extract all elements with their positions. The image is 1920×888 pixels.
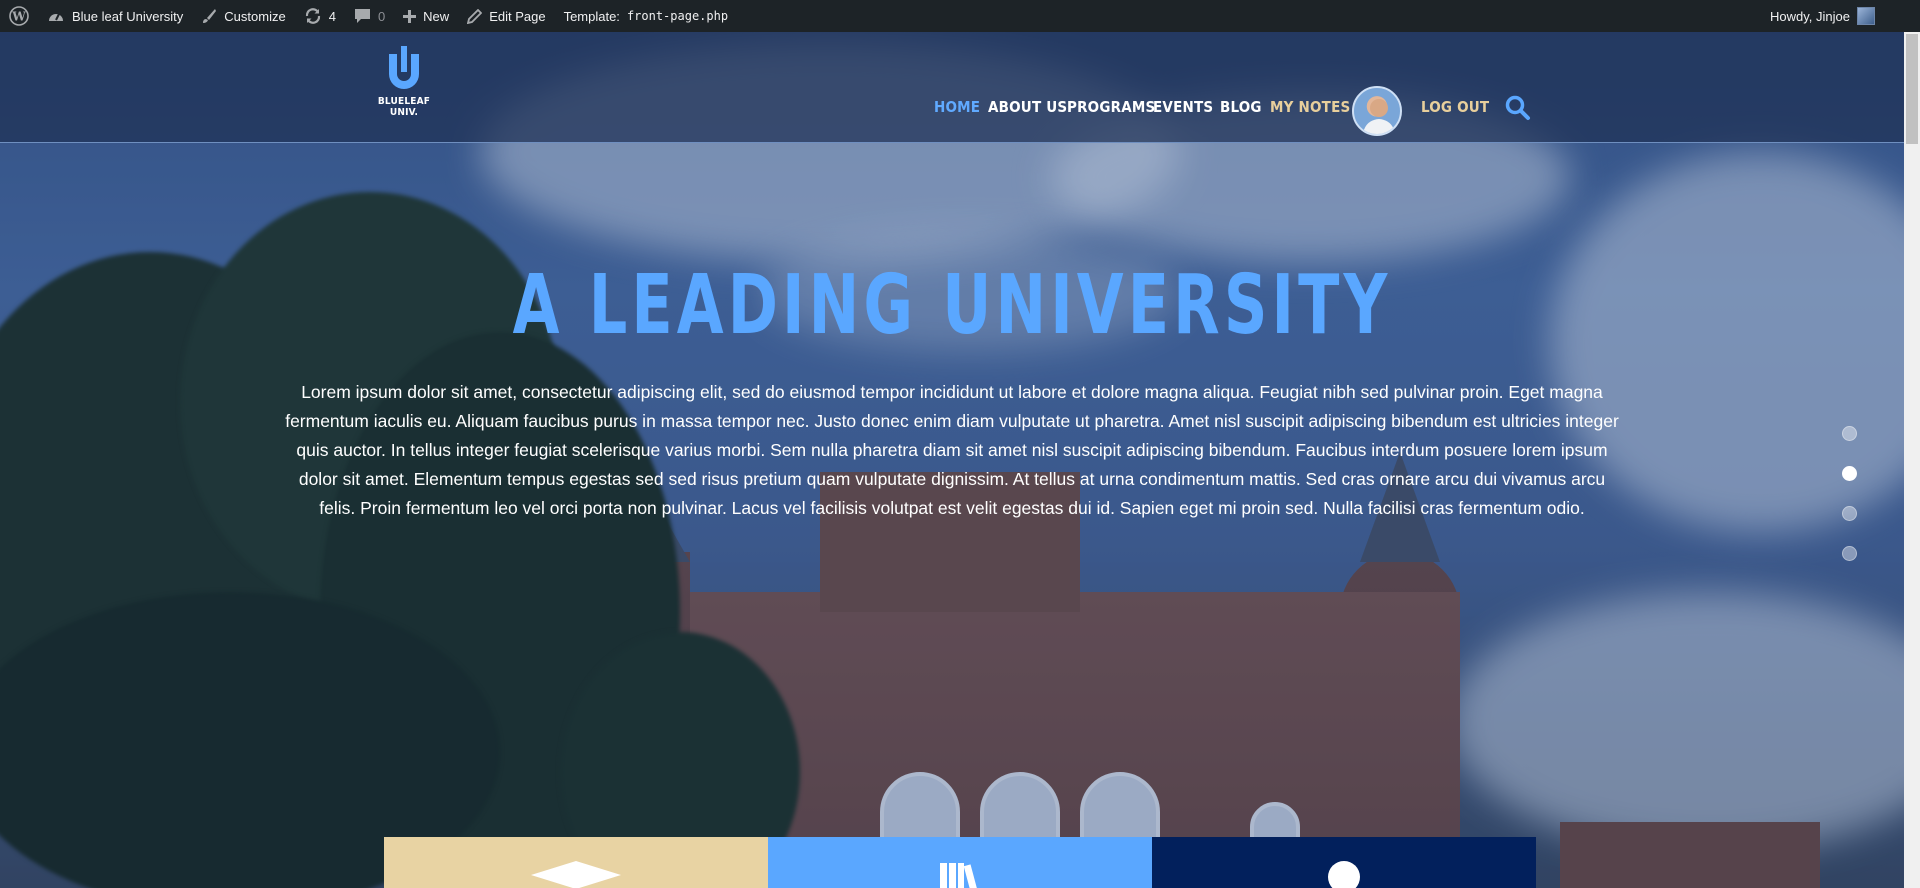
slide-dot-4[interactable] [1842,546,1857,561]
nav-programs[interactable]: PROGRAMS [1067,98,1155,116]
comments-count: 0 [377,8,386,24]
nav-log-out[interactable]: LOG OUT [1421,98,1489,116]
wordpress-icon: W [9,6,29,26]
template-indicator: Template: front-page.php [555,0,738,32]
feature-box-academics[interactable] [384,837,768,888]
slider-dots [1842,426,1857,586]
my-account-menu[interactable]: Howdy, Jinjoe [1761,0,1884,32]
search-icon[interactable] [1505,95,1531,126]
svg-text:W: W [11,10,26,24]
admin-avatar [1857,7,1875,25]
nav-home[interactable]: HOME [934,98,980,116]
hero-text: Lorem ipsum dolor sit amet, consectetur … [285,382,1619,518]
feature-boxes [384,837,1536,888]
graduation-cap-icon [531,861,621,888]
page-scrollbar[interactable] [1904,32,1920,888]
slide-dot-2[interactable] [1842,466,1857,481]
site-header: BLUELEAF UNIV. HOME ABOUT US PROGRAMS EV… [0,32,1904,143]
nav-blog[interactable]: BLOG [1220,98,1262,116]
greeting: Howdy, Jinjoe [1770,8,1850,24]
person-icon [1328,861,1360,888]
comments-link[interactable]: 0 [345,0,394,32]
updates-icon [305,8,320,24]
nav-my-notes[interactable]: MY NOTES [1270,98,1350,116]
new-label: New [423,8,450,24]
brush-icon [203,9,217,23]
user-avatar[interactable] [1352,86,1402,136]
edit-page-link[interactable]: Edit Page [458,0,554,32]
updates-count: 4 [328,8,336,24]
dashboard-icon [49,13,63,21]
plus-icon [403,9,417,23]
nav-events[interactable]: EVENTS [1153,98,1213,116]
site-name-menu[interactable]: Blue leaf University [38,0,192,32]
slide-dot-3[interactable] [1842,506,1857,521]
updates-link[interactable]: 4 [295,0,345,32]
main-nav: HOME ABOUT US PROGRAMS EVENTS BLOG MY NO… [0,32,1904,143]
hero-title: A LEADING UNIVERSITY [512,258,1392,353]
books-icon [940,863,978,888]
pencil-icon [467,8,483,24]
new-content-link[interactable]: New [394,0,458,32]
site-name: Blue leaf University [72,8,184,24]
slide-dot-1[interactable] [1842,426,1857,441]
scrollbar-thumb[interactable] [1906,34,1918,144]
edit-page-label: Edit Page [489,8,546,24]
customize-link[interactable]: Customize [192,0,294,32]
customize-label: Customize [224,8,286,24]
comment-icon [354,9,370,23]
feature-box-library[interactable] [768,837,1152,888]
template-file: front-page.php [626,9,729,23]
admin-bar: W Blue leaf University Customize 4 0 New… [0,0,1920,32]
feature-box-campus-life[interactable] [1152,837,1536,888]
template-label: Template: [563,8,620,24]
wordpress-logo[interactable]: W [0,0,38,32]
nav-about-us[interactable]: ABOUT US [988,98,1067,116]
